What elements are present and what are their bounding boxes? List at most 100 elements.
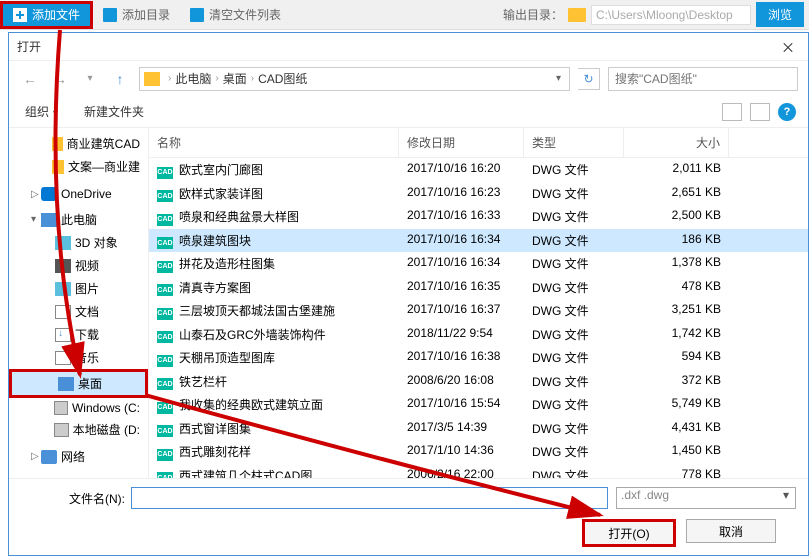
sidebar-item-dl[interactable]: 下载 [9, 323, 148, 346]
table-row[interactable]: CAD喷泉和经典盆景大样图2017/10/16 16:33DWG 文件2,500… [149, 205, 808, 229]
file-type: DWG 文件 [524, 466, 624, 479]
table-row[interactable]: CAD我收集的经典欧式建筑立面2017/10/16 15:54DWG 文件5,7… [149, 393, 808, 417]
bottom-area: 文件名(N): .dxf .dwg 打开(O) 取消 [9, 478, 808, 555]
file-type: DWG 文件 [524, 372, 624, 392]
disk-icon [54, 401, 68, 415]
sidebar-item-folder[interactable]: 文案—商业建 [9, 155, 148, 178]
sidebar-item-disk[interactable]: Windows (C: [9, 398, 148, 418]
sidebar-item-pc[interactable]: ▾此电脑 [9, 208, 148, 231]
pic-icon [55, 282, 71, 296]
add-dir-button[interactable]: 添加目录 [93, 1, 180, 29]
chevron-down-icon[interactable]: ▾ [552, 73, 565, 84]
file-size: 186 KB [624, 231, 729, 251]
table-row[interactable]: CAD欧式室内门廊图2017/10/16 16:20DWG 文件2,011 KB [149, 158, 808, 182]
filename-label: 文件名(N): [21, 490, 131, 507]
table-row[interactable]: CAD欧样式家装详图2017/10/16 16:23DWG 文件2,651 KB [149, 182, 808, 206]
nav-dropdown-icon[interactable]: ▾ [79, 68, 101, 90]
file-type: DWG 文件 [524, 207, 624, 227]
col-size[interactable]: 大小 [624, 128, 729, 157]
main-area: 商业建筑CAD 文案—商业建 ▷OneDrive ▾此电脑 3D 对象视频图片文档下载音… [9, 128, 808, 478]
sidebar-item-disk[interactable]: 本地磁盘 (D: [9, 418, 148, 441]
table-row[interactable]: CAD清真寺方案图2017/10/16 16:35DWG 文件478 KB [149, 276, 808, 300]
file-name: 三层坡顶天都城法国古堡建施 [179, 304, 335, 318]
file-date: 2017/10/16 16:35 [399, 278, 524, 298]
table-row[interactable]: CAD拼花及造形柱图集2017/10/16 16:34DWG 文件1,378 K… [149, 252, 808, 276]
sidebar-item-label: 3D 对象 [75, 234, 118, 251]
organize-button[interactable]: 组织▼ [21, 103, 64, 120]
breadcrumb-item[interactable]: CAD图纸 [258, 70, 307, 87]
filetype-combo[interactable]: .dxf .dwg [616, 487, 796, 509]
sidebar-item-net[interactable]: ▷ 网络 [9, 445, 148, 468]
sidebar-item-label: 图片 [75, 280, 99, 297]
sidebar-item-pic[interactable]: 图片 [9, 277, 148, 300]
dialog-title: 打开 [17, 38, 41, 55]
dwg-icon: CAD [157, 261, 173, 273]
add-file-label: 添加文件 [32, 6, 80, 23]
sidebar-item-3d[interactable]: 3D 对象 [9, 231, 148, 254]
open-button[interactable]: 打开(O) [582, 519, 676, 547]
breadcrumb-item[interactable]: 桌面 [223, 70, 247, 87]
filename-row: 文件名(N): .dxf .dwg [21, 487, 796, 509]
folder-icon [52, 137, 63, 151]
file-list-body: CAD欧式室内门廊图2017/10/16 16:20DWG 文件2,011 KB… [149, 158, 808, 478]
sidebar-item-video[interactable]: 视频 [9, 254, 148, 277]
folder-icon [52, 160, 64, 174]
chevron-right-icon: › [168, 73, 171, 84]
breadcrumb[interactable]: › 此电脑 › 桌面 › CAD图纸 ▾ [139, 67, 570, 91]
file-type: DWG 文件 [524, 278, 624, 298]
nav-forward-icon[interactable]: → [49, 68, 71, 90]
sidebar-item-label: 音乐 [75, 349, 99, 366]
table-row[interactable]: CAD天棚吊顶造型图库2017/10/16 16:38DWG 文件594 KB [149, 346, 808, 370]
col-date[interactable]: 修改日期 [399, 128, 524, 157]
table-row[interactable]: CAD喷泉建筑图块2017/10/16 16:34DWG 文件186 KB [149, 229, 808, 253]
file-name: 清真寺方案图 [179, 281, 251, 295]
breadcrumb-item[interactable]: 此电脑 [175, 70, 211, 87]
sidebar-item-music[interactable]: 音乐 [9, 346, 148, 369]
sidebar-item-label: 网络 [61, 448, 85, 465]
view-details-icon[interactable] [750, 103, 770, 121]
sidebar-item-desktop[interactable]: 桌面 [9, 369, 148, 398]
file-size: 594 KB [624, 348, 729, 368]
table-row[interactable]: CAD西式建筑几个柱式CAD图2006/2/16 22:00DWG 文件778 … [149, 464, 808, 479]
dwg-icon: CAD [157, 425, 173, 437]
expand-icon: ▷ [31, 451, 41, 462]
col-name[interactable]: 名称 [149, 128, 399, 157]
sidebar-item-label: 商业建筑CAD [67, 135, 140, 152]
sidebar-item-doc[interactable]: 文档 [9, 300, 148, 323]
add-file-button[interactable]: 添加文件 [0, 1, 93, 29]
file-type: DWG 文件 [524, 395, 624, 415]
nav-back-icon[interactable]: ← [19, 68, 41, 90]
dwg-icon: CAD [157, 378, 173, 390]
table-row[interactable]: CAD西式窗详图集2017/3/5 14:39DWG 文件4,431 KB [149, 417, 808, 441]
disk-icon [54, 423, 69, 437]
clear-list-button[interactable]: 清空文件列表 [180, 1, 291, 29]
file-size: 5,749 KB [624, 395, 729, 415]
view-mode-icon[interactable] [722, 103, 742, 121]
nav-up-icon[interactable]: ↑ [109, 68, 131, 90]
help-icon[interactable]: ? [778, 103, 796, 121]
file-name: 山泰石及GRC外墙装饰构件 [179, 328, 326, 342]
table-row[interactable]: CAD铁艺栏杆2008/6/20 16:08DWG 文件372 KB [149, 370, 808, 394]
expand-icon: ▷ [31, 189, 41, 200]
new-folder-button[interactable]: 新建文件夹 [84, 103, 144, 120]
file-size: 478 KB [624, 278, 729, 298]
cancel-button[interactable]: 取消 [686, 519, 776, 543]
table-row[interactable]: CAD西式雕刻花样2017/1/10 14:36DWG 文件1,450 KB [149, 440, 808, 464]
refresh-icon[interactable]: ↻ [578, 68, 600, 90]
close-icon[interactable] [780, 37, 800, 57]
file-name: 天棚吊顶造型图库 [179, 351, 275, 365]
add-dir-label: 添加目录 [122, 6, 170, 23]
search-input[interactable] [608, 67, 798, 91]
browse-button[interactable]: 浏览 [756, 2, 804, 27]
file-date: 2017/10/16 16:34 [399, 254, 524, 274]
col-type[interactable]: 类型 [524, 128, 624, 157]
table-row[interactable]: CAD三层坡顶天都城法国古堡建施2017/10/16 16:37DWG 文件3,… [149, 299, 808, 323]
file-type: DWG 文件 [524, 160, 624, 180]
file-type: DWG 文件 [524, 301, 624, 321]
sidebar-item-folder[interactable]: 商业建筑CAD [9, 132, 148, 155]
filename-input[interactable] [131, 487, 608, 509]
file-date: 2017/10/16 16:38 [399, 348, 524, 368]
table-row[interactable]: CAD山泰石及GRC外墙装饰构件2018/11/22 9:54DWG 文件1,7… [149, 323, 808, 347]
sidebar-item-label: 此电脑 [61, 211, 97, 228]
sidebar-item-onedrive[interactable]: ▷OneDrive [9, 184, 148, 204]
